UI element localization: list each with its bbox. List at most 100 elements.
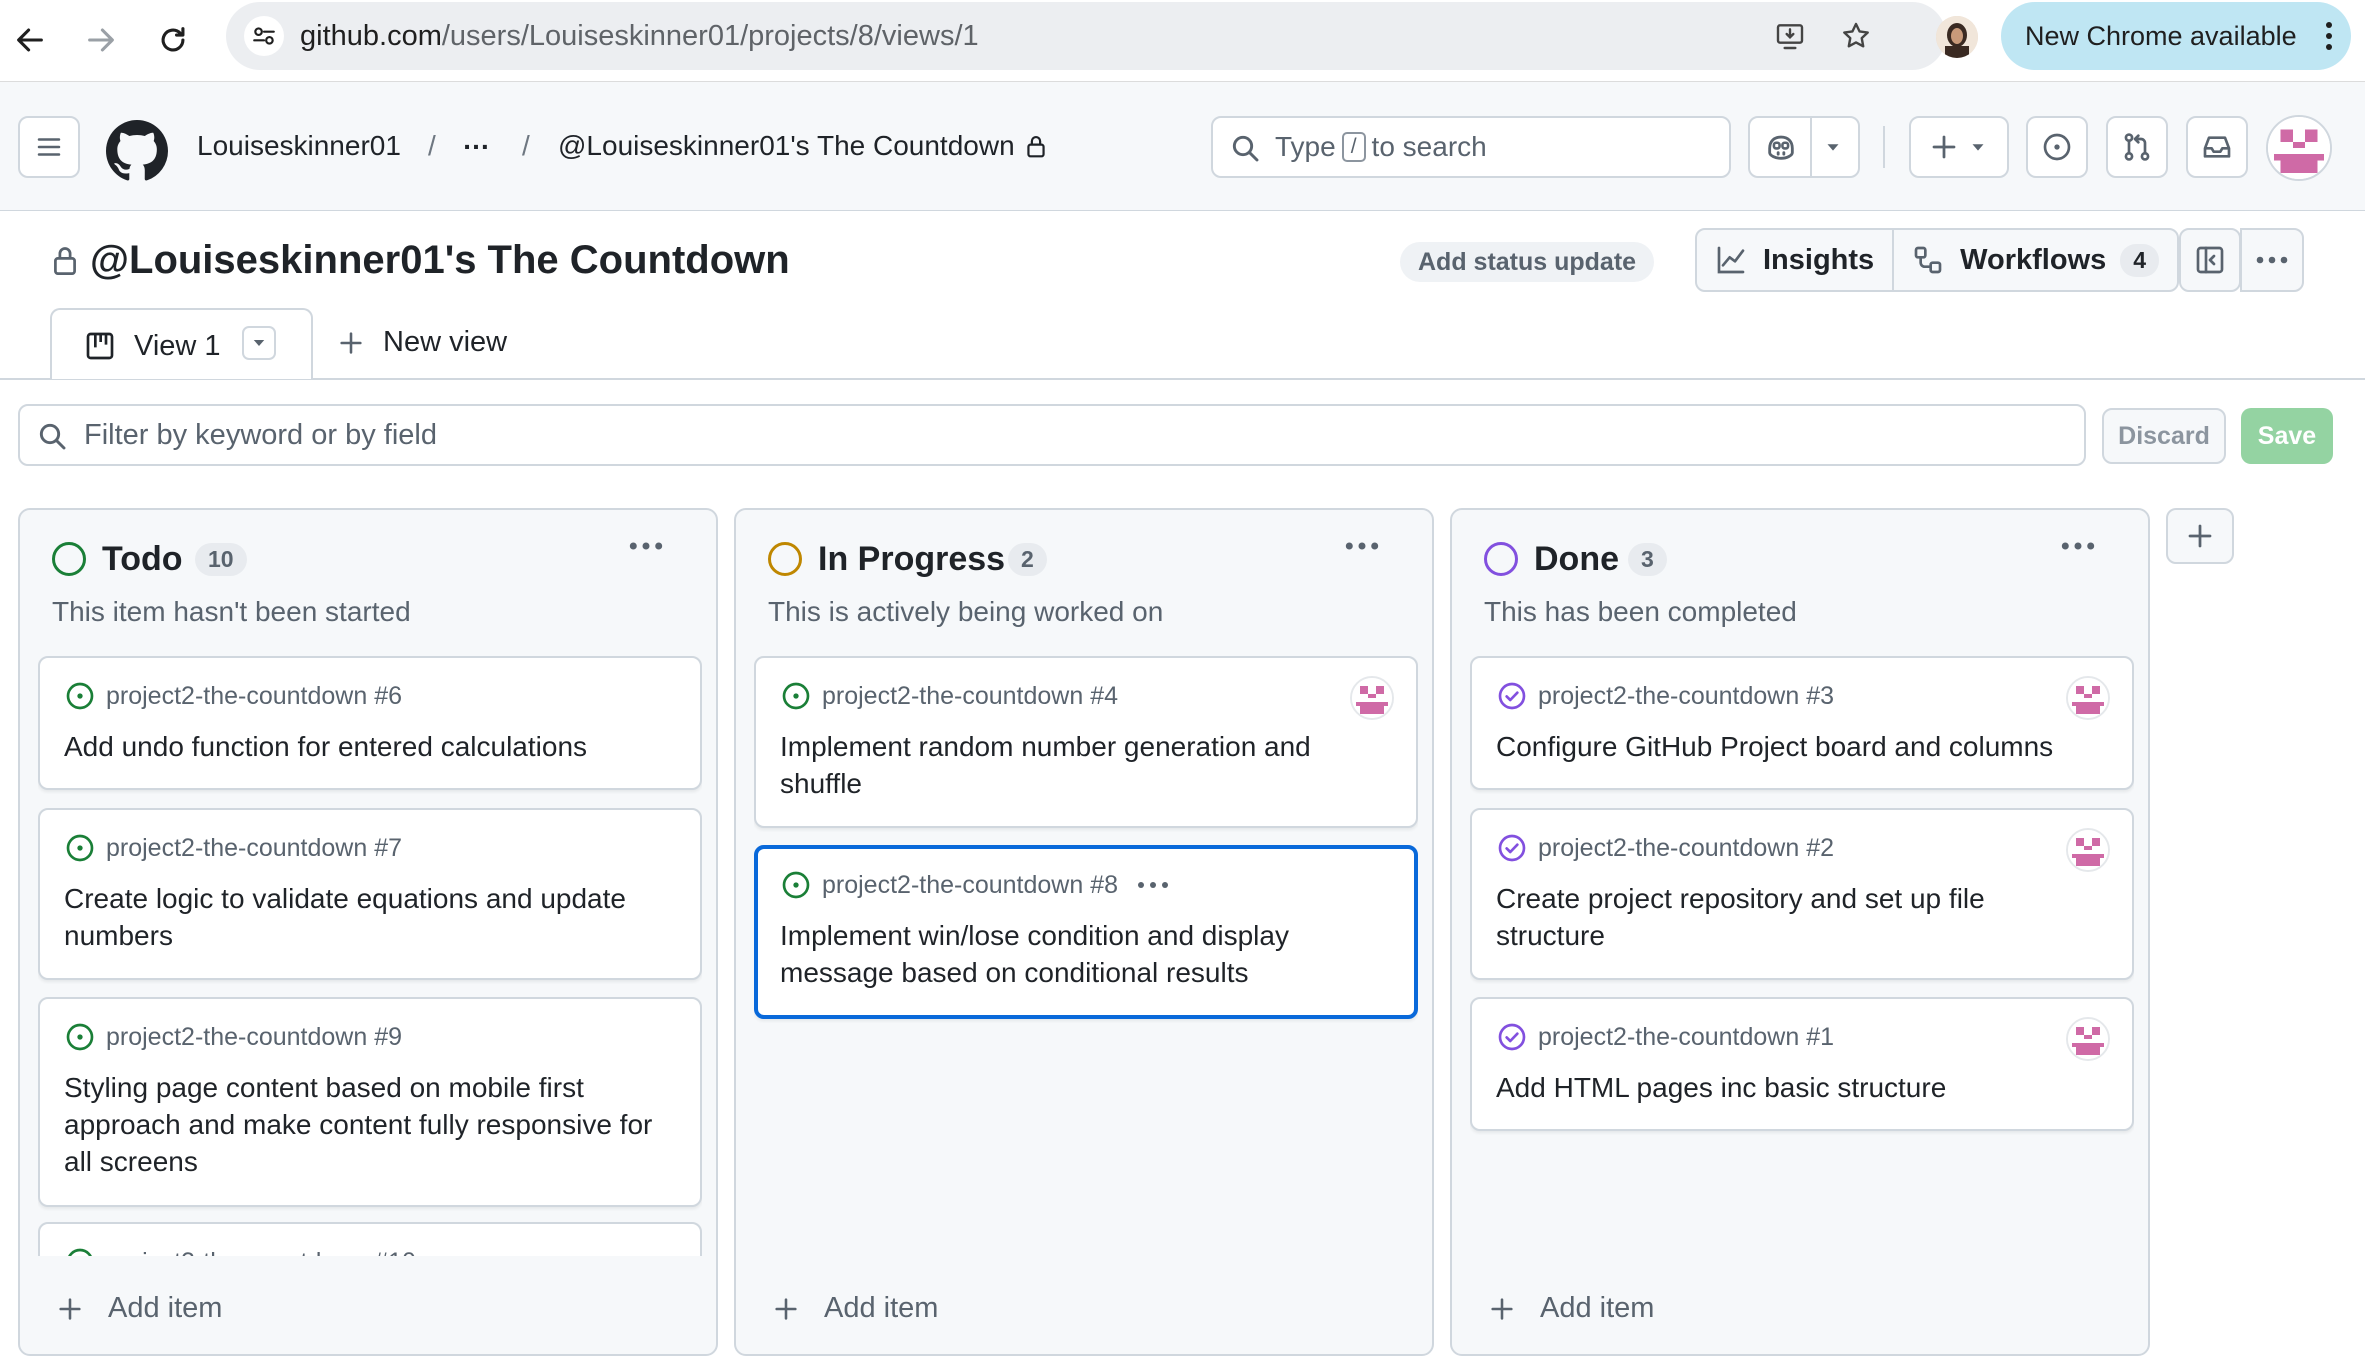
view-options-button[interactable] [242,326,276,360]
card-title[interactable]: Create logic to validate equations and u… [64,880,664,954]
column-cards: project2-the-countdown #3 Configure GitH… [1470,656,2134,1256]
issue-card[interactable]: project2-the-countdown #10 [38,1222,702,1256]
card-reference[interactable]: project2-the-countdown #2 [1538,834,1834,863]
copilot-button-group[interactable] [1748,116,1860,178]
column-menu-button[interactable] [1344,540,1380,552]
discard-button[interactable]: Discard [2102,408,2226,464]
card-menu-button[interactable] [1136,880,1170,890]
address-bar[interactable]: github.com/users/Louiseskinner01/project… [226,2,1946,70]
issue-closed-icon [1498,682,1526,710]
card-reference[interactable]: project2-the-countdown #7 [106,834,402,863]
column-count-badge: 2 [1008,543,1047,576]
kebab-horizontal-icon [629,542,663,550]
add-column-button[interactable] [2166,508,2234,564]
issues-button[interactable] [2026,116,2088,178]
card-title[interactable]: Implement random number generation and s… [780,728,1380,802]
issue-card-selected[interactable]: project2-the-countdown #8 Implement win/… [754,845,1418,1019]
copilot-icon[interactable] [1764,130,1798,164]
issue-card[interactable]: project2-the-countdown #4 Implement rand… [754,656,1418,828]
card-reference[interactable]: project2-the-countdown #10 [106,1248,416,1257]
chevron-down-icon[interactable] [1822,136,1844,158]
card-title[interactable]: Add HTML pages inc basic structure [1496,1069,2096,1106]
issue-card[interactable]: project2-the-countdown #3 Configure GitH… [1470,656,2134,790]
kebab-horizontal-icon [2256,256,2288,264]
issue-card[interactable]: project2-the-countdown #9 Styling page c… [38,997,702,1207]
assignee-avatar[interactable] [1350,676,1394,720]
add-item-label: Add item [108,1292,223,1324]
plus-icon [2188,524,2212,548]
card-title[interactable]: Create project repository and set up fil… [1496,880,2096,954]
pull-requests-button[interactable] [2106,116,2168,178]
breadcrumb-project[interactable]: @Louiseskinner01's The Countdown [558,130,1047,162]
add-item-button[interactable]: Add item [1488,1292,1654,1325]
breadcrumb-owner[interactable]: Louiseskinner01 [197,130,401,162]
install-app-icon[interactable] [1770,16,1810,56]
assignee-avatar[interactable] [2066,676,2110,720]
card-title[interactable]: Configure GitHub Project board and colum… [1496,728,2096,765]
insights-button[interactable]: Insights [1697,230,1892,290]
workflows-button[interactable]: Workflows 4 [1892,230,2177,290]
plus-icon [775,1297,797,1320]
project-more-options-button[interactable] [2240,228,2304,292]
github-logo-icon[interactable] [106,120,168,182]
back-button[interactable] [4,14,56,66]
add-status-update-button[interactable]: Add status update [1400,242,1655,282]
board-view-icon [84,330,116,362]
breadcrumb-ellipsis[interactable]: … [462,124,492,156]
card-reference[interactable]: project2-the-countdown #9 [106,1023,402,1052]
forward-button[interactable] [75,14,127,66]
assignee-avatar[interactable] [2066,828,2110,872]
card-reference[interactable]: project2-the-countdown #3 [1538,682,1834,711]
issue-card[interactable]: project2-the-countdown #2 Create project… [1470,808,2134,980]
sidebar-expand-icon [2196,246,2224,274]
create-new-button[interactable] [1909,116,2009,178]
chrome-menu-icon[interactable] [2325,20,2333,52]
card-reference[interactable]: project2-the-countdown #6 [106,682,402,711]
card-reference[interactable]: project2-the-countdown #8 [822,871,1118,900]
new-view-button[interactable]: New view [337,326,507,359]
hamburger-menu-button[interactable] [18,116,80,178]
toggle-side-panel-button[interactable] [2179,228,2241,292]
column-menu-button[interactable] [2060,540,2096,552]
status-done-icon [1484,542,1518,576]
add-item-button[interactable]: Add item [56,1292,222,1325]
assignee-avatar[interactable] [2066,1017,2110,1061]
issue-card[interactable]: project2-the-countdown #6 Add undo funct… [38,656,702,790]
chrome-profile-avatar[interactable] [1936,16,1978,58]
url-text[interactable]: github.com/users/Louiseskinner01/project… [300,20,979,53]
card-title[interactable]: Implement win/lose condition and display… [780,917,1380,991]
issue-open-icon [66,1023,94,1051]
card-reference[interactable]: project2-the-countdown #1 [1538,1023,1834,1052]
add-item-label: Add item [824,1292,939,1324]
divider [1883,126,1885,168]
save-button[interactable]: Save [2241,408,2333,464]
inbox-button[interactable] [2186,116,2248,178]
board-column-in-progress: In Progress 2 This is actively being wor… [734,508,1434,1356]
private-lock-icon [52,244,78,276]
card-title[interactable]: Add undo function for entered calculatio… [64,728,664,765]
tab-view-1[interactable]: View 1 [50,308,313,379]
column-count-badge: 10 [195,543,247,576]
reload-button[interactable] [147,14,199,66]
issue-open-icon [782,871,810,899]
card-title[interactable]: Styling page content based on mobile fir… [64,1069,664,1180]
search-input[interactable]: Type / to search [1211,116,1731,178]
breadcrumb-project-label: @Louiseskinner01's The Countdown [558,130,1015,161]
filter-input[interactable]: Filter by keyword or by field [18,404,2086,466]
kebab-horizontal-icon [1138,882,1169,888]
arrow-left-icon [17,28,43,52]
add-item-button[interactable]: Add item [772,1292,938,1325]
bookmark-star-icon[interactable] [1836,16,1876,56]
column-menu-button[interactable] [628,540,664,552]
user-avatar[interactable] [2266,115,2332,181]
issue-card[interactable]: project2-the-countdown #7 Create logic t… [38,808,702,980]
insights-label: Insights [1763,243,1875,276]
board-column-done: Done 3 This has been completed project2-… [1450,508,2150,1356]
issue-card[interactable]: project2-the-countdown #1 Add HTML pages… [1470,997,2134,1131]
site-info-icon[interactable] [244,16,284,56]
card-reference[interactable]: project2-the-countdown #4 [822,682,1118,711]
divider [1810,118,1812,176]
plus-icon [1491,1297,1513,1320]
workflows-label: Workflows [1960,243,2107,276]
chrome-update-button[interactable]: New Chrome available [2001,2,2351,70]
